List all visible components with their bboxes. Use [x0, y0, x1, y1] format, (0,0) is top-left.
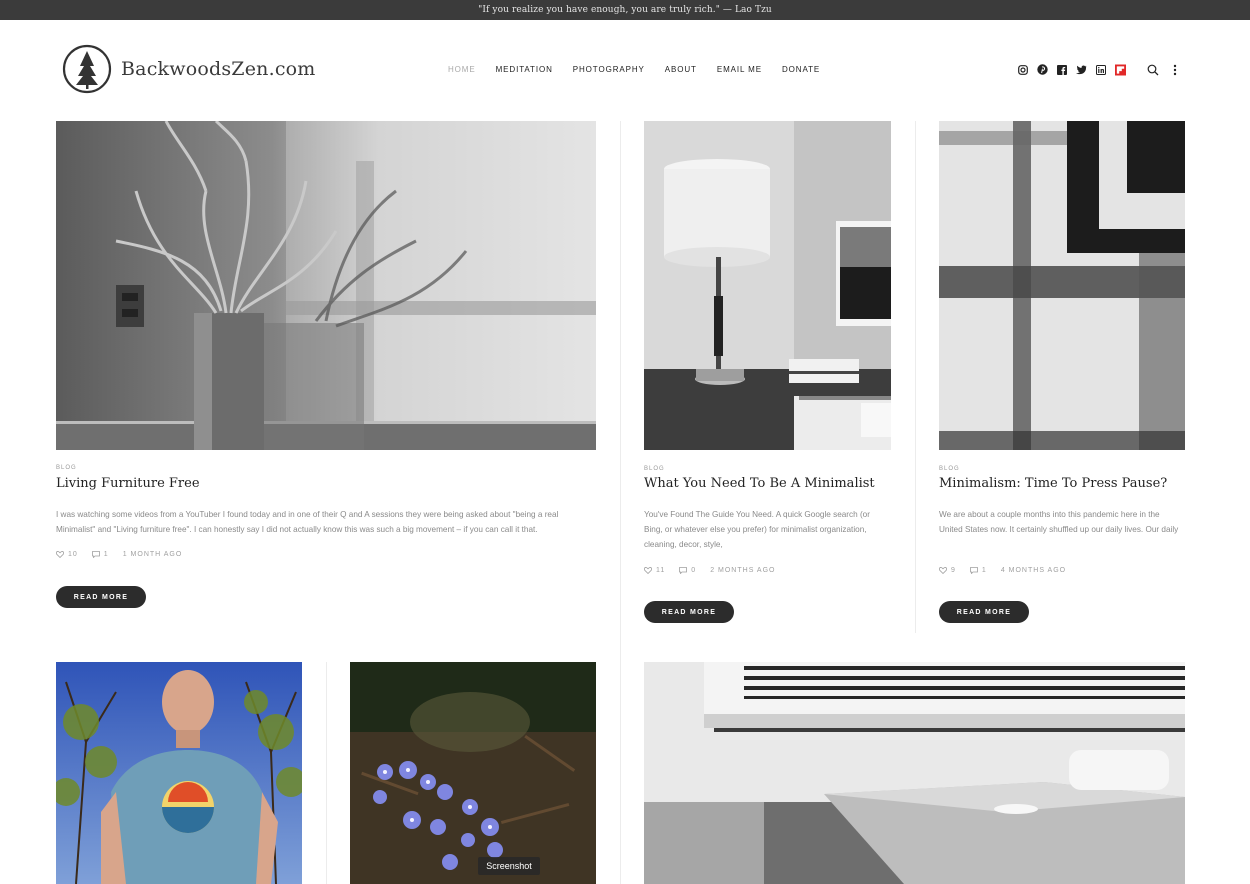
post-stats: 10 1 1 MONTH AGO	[56, 551, 196, 558]
nav-meditation[interactable]: MEDITATION	[496, 65, 553, 74]
nav-about[interactable]: ABOUT	[665, 65, 697, 74]
comment-icon	[970, 567, 978, 574]
comments-count[interactable]: 0	[679, 567, 696, 574]
post-image-what-you-need[interactable]	[644, 121, 891, 450]
column-divider	[620, 121, 621, 884]
linkedin-icon[interactable]	[1095, 64, 1106, 75]
likes-value: 10	[68, 551, 78, 558]
comments-value: 0	[691, 567, 697, 574]
comments-value: 1	[103, 551, 109, 558]
post-category[interactable]: BLOG	[939, 466, 960, 472]
heart-icon	[644, 567, 652, 574]
facebook-icon[interactable]	[1056, 64, 1067, 75]
comment-icon	[91, 551, 100, 558]
site-name: BackwoodsZen.com	[121, 58, 316, 80]
header-utilities	[1147, 63, 1177, 81]
column-divider	[326, 662, 327, 884]
post-title[interactable]: What You Need To Be A Minimalist	[644, 476, 875, 491]
nav-photography[interactable]: PHOTOGRAPHY	[573, 65, 645, 74]
comments-count[interactable]: 1	[970, 567, 987, 574]
post-title[interactable]: Living Furniture Free	[56, 476, 200, 491]
heart-icon	[939, 567, 947, 574]
twitter-icon[interactable]	[1075, 64, 1087, 75]
social-links	[1017, 64, 1134, 75]
nav-home[interactable]: HOME	[448, 65, 476, 74]
main-nav: HOME MEDITATION PHOTOGRAPHY ABOUT EMAIL …	[448, 65, 840, 74]
screenshot-tooltip: Screenshot	[478, 857, 540, 875]
nav-email-me[interactable]: EMAIL ME	[717, 65, 762, 74]
search-icon[interactable]	[1147, 63, 1159, 81]
nav-donate[interactable]: DONATE	[782, 65, 820, 74]
post-image-portrait[interactable]	[56, 662, 302, 884]
post-stats: 9 1 4 MONTHS AGO	[939, 567, 1080, 574]
comment-icon	[679, 567, 688, 574]
comments-value: 1	[981, 567, 987, 574]
post-title[interactable]: Minimalism: Time To Press Pause?	[939, 476, 1167, 491]
column-divider	[915, 121, 916, 633]
more-vertical-icon[interactable]	[1173, 63, 1177, 81]
post-category[interactable]: BLOG	[56, 465, 77, 471]
post-image-living-furniture-free[interactable]	[56, 121, 596, 450]
pinterest-icon[interactable]	[1036, 64, 1048, 75]
post-date: 4 MONTHS AGO	[1000, 567, 1067, 574]
comments-count[interactable]: 1	[91, 551, 109, 558]
quote-text: "If you realize you have enough, you are…	[478, 5, 772, 15]
likes-count[interactable]: 11	[644, 567, 665, 574]
read-more-button[interactable]: READ MORE	[56, 586, 146, 608]
likes-count[interactable]: 10	[56, 551, 78, 558]
post-image-laptop[interactable]	[644, 662, 1185, 884]
read-more-button[interactable]: READ MORE	[939, 601, 1029, 623]
post-stats: 11 0 2 MONTHS AGO	[644, 567, 789, 574]
read-more-button[interactable]: READ MORE	[644, 601, 734, 623]
site-logo[interactable]: BackwoodsZen.com	[62, 44, 316, 94]
post-excerpt: You've Found The Guide You Need. A quick…	[644, 510, 870, 549]
likes-value: 11	[656, 567, 666, 574]
tree-logo-icon	[62, 44, 112, 94]
post-date: 2 MONTHS AGO	[710, 567, 776, 574]
flipboard-icon[interactable]	[1114, 64, 1126, 75]
likes-count[interactable]: 9	[939, 567, 956, 574]
heart-icon	[56, 551, 64, 558]
post-category[interactable]: BLOG	[644, 466, 665, 472]
post-excerpt: We are about a couple months into this p…	[939, 510, 1179, 534]
post-date: 1 MONTH AGO	[122, 551, 183, 558]
post-image-flowers[interactable]	[350, 662, 596, 884]
instagram-icon[interactable]	[1017, 64, 1028, 75]
likes-value: 9	[951, 567, 956, 574]
quote-bar: "If you realize you have enough, you are…	[0, 0, 1250, 20]
post-excerpt: I was watching some videos from a YouTub…	[56, 510, 559, 534]
post-image-minimalism-pause[interactable]	[939, 121, 1185, 450]
